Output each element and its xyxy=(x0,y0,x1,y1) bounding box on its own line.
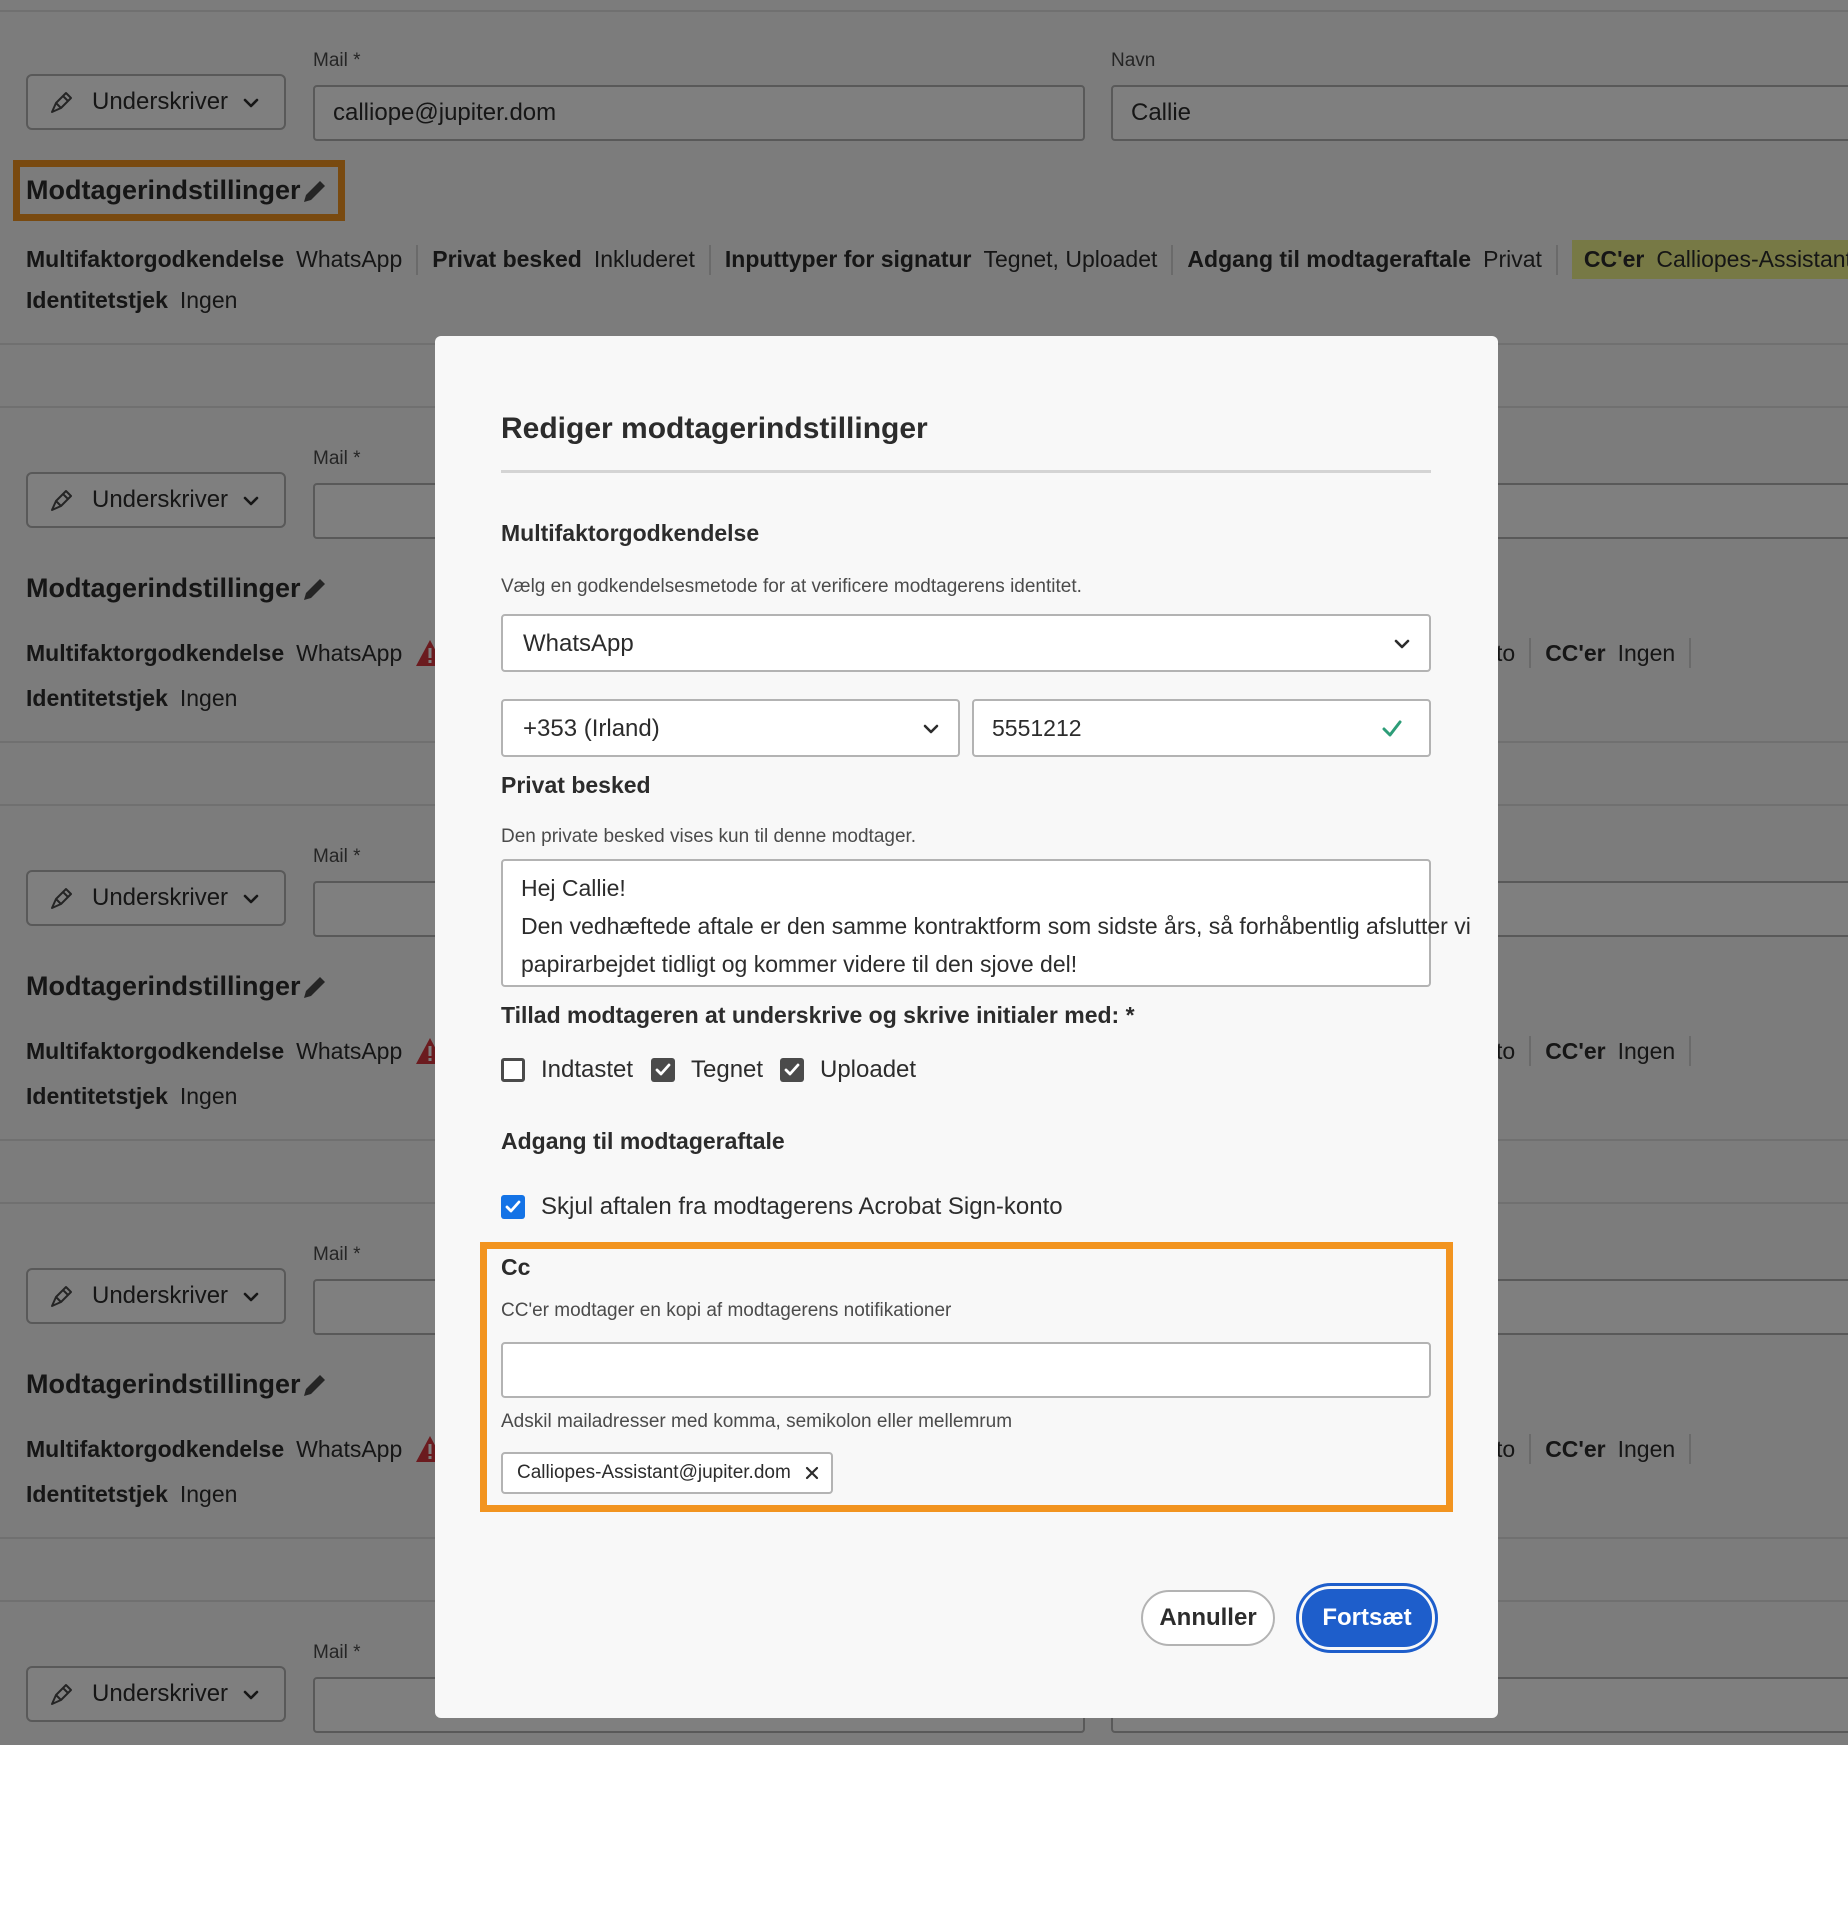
mfa-method-value: WhatsApp xyxy=(523,630,634,657)
close-icon[interactable] xyxy=(805,1466,819,1480)
cc-heading: Cc xyxy=(501,1254,531,1280)
checkbox-tegnet[interactable]: Tegnet xyxy=(651,1056,763,1084)
cc-chip: Calliopes-Assistant@jupiter.dom xyxy=(501,1452,833,1494)
checkmark-icon xyxy=(1382,720,1402,737)
phone-number-input[interactable]: 5551212 xyxy=(972,699,1431,757)
dialog-title: Rediger modtagerindstillinger xyxy=(501,412,928,445)
country-code-value: +353 (Irland) xyxy=(523,715,660,742)
chevron-down-icon xyxy=(1394,639,1410,649)
checkbox-checked[interactable] xyxy=(780,1058,804,1082)
phone-number-value: 5551212 xyxy=(992,715,1082,741)
checkbox-checked[interactable] xyxy=(651,1058,675,1082)
checkbox-checked[interactable] xyxy=(501,1195,525,1219)
mfa-heading: Multifaktorgodkendelse xyxy=(501,520,760,546)
checkbox-unchecked[interactable] xyxy=(501,1058,525,1082)
continue-button[interactable]: Fortsæt xyxy=(1302,1589,1432,1647)
mfa-help: Vælg en godkendelsesmetode for at verifi… xyxy=(501,576,1082,597)
checkmark-icon xyxy=(505,1200,521,1213)
private-message-text: Hej Callie! Den vedhæftede aftale er den… xyxy=(521,875,1471,977)
edit-recipient-settings-dialog: Rediger modtagerindstillinger Multifakto… xyxy=(435,336,1498,1718)
private-message-help: Den private besked vises kun til denne m… xyxy=(501,826,917,847)
cc-chip-label: Calliopes-Assistant@jupiter.dom xyxy=(517,1462,791,1483)
cc-help: CC'er modtager en kopi af modtagerens no… xyxy=(501,1300,952,1321)
chevron-down-icon xyxy=(923,724,939,734)
checkbox-uploadet[interactable]: Uploadet xyxy=(780,1056,916,1084)
cancel-button[interactable]: Annuller xyxy=(1141,1590,1275,1646)
agreement-access-heading: Adgang til modtageraftale xyxy=(501,1128,785,1154)
mfa-method-dropdown[interactable]: WhatsApp xyxy=(501,614,1431,672)
checkbox-hide-agreement[interactable]: Skjul aftalen fra modtagerens Acrobat Si… xyxy=(501,1193,1063,1221)
cc-input[interactable] xyxy=(501,1342,1431,1398)
checkmark-icon xyxy=(655,1063,671,1076)
signature-types-heading: Tillad modtageren at underskrive og skri… xyxy=(501,1002,1135,1028)
title-divider xyxy=(501,470,1431,473)
cc-hint: Adskil mailadresser med komma, semikolon… xyxy=(501,1411,1013,1432)
private-message-heading: Privat besked xyxy=(501,772,651,798)
checkmark-icon xyxy=(784,1063,800,1076)
checkbox-indtastet[interactable]: Indtastet xyxy=(501,1056,633,1084)
country-code-dropdown[interactable]: +353 (Irland) xyxy=(501,699,960,757)
private-message-textarea[interactable]: Hej Callie! Den vedhæftede aftale er den… xyxy=(501,859,1471,987)
